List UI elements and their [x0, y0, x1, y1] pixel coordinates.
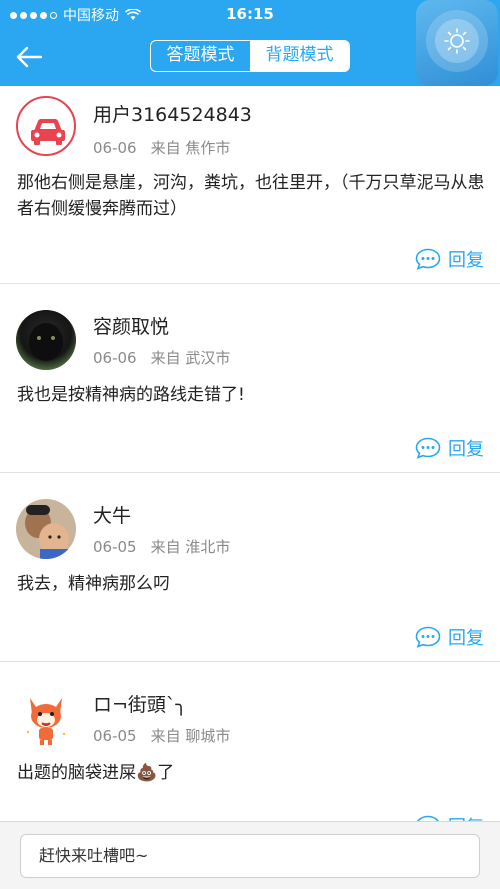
comment-meta: 06-05 来自 聊城市 — [93, 725, 230, 746]
avatar[interactable] — [16, 499, 76, 559]
reply-button[interactable]: 回复 — [415, 435, 484, 461]
comment-input[interactable]: 赶快来吐槽吧~ — [20, 834, 480, 878]
comment-date: 06-06 — [93, 349, 137, 367]
comment-location: 来自 武汉市 — [150, 349, 231, 367]
username[interactable]: 容颜取悦 — [93, 312, 169, 339]
comment-location: 来自 焦作市 — [150, 139, 231, 157]
panther-photo — [16, 310, 76, 370]
mode-segmented-control: 答题模式 背题模式 — [150, 40, 350, 72]
chat-bubble-icon — [415, 437, 441, 459]
reply-button[interactable]: 回复 — [415, 246, 484, 272]
comment-date: 06-05 — [93, 538, 137, 556]
avatar[interactable] — [16, 96, 76, 156]
comment-meta: 06-05 来自 淮北市 — [93, 536, 230, 557]
reply-label: 回复 — [448, 439, 484, 460]
reply-label: 回复 — [448, 250, 484, 271]
assistive-touch-button[interactable] — [416, 0, 498, 86]
avatar[interactable] — [16, 310, 76, 370]
comment-location: 来自 淮北市 — [150, 538, 231, 556]
avatar[interactable] — [16, 688, 76, 748]
tab-memorize-mode[interactable]: 背题模式 — [250, 41, 349, 71]
comment-text: 出题的脑袋进屎💩了 — [17, 763, 175, 783]
comment-list: 用户3164524843 06-06 来自 焦作市 那他右侧是悬崖，河沟，粪坑，也… — [0, 86, 500, 838]
comment-item: 大牛 06-05 来自 淮北市 我去，精神病那么叼 回复 — [0, 473, 500, 662]
comment-meta: 06-06 来自 武汉市 — [93, 347, 230, 368]
comment-item: 容颜取悦 06-06 来自 武汉市 我也是按精神病的路线走错了! 回复 — [0, 284, 500, 473]
back-arrow-icon[interactable] — [14, 42, 44, 72]
child-photo — [16, 499, 76, 559]
comment-meta: 06-06 来自 焦作市 — [93, 137, 230, 158]
username[interactable]: 大牛 — [93, 501, 131, 528]
comment-item: 用户3164524843 06-06 来自 焦作市 那他右侧是悬崖，河沟，粪坑，也… — [0, 86, 500, 284]
username[interactable]: ロ¬街頭`╮ — [93, 690, 187, 717]
sun-icon — [444, 28, 470, 54]
comment-date: 06-06 — [93, 139, 137, 157]
car-icon — [31, 119, 65, 145]
comment-date: 06-05 — [93, 727, 137, 745]
comment-text: 我也是按精神病的路线走错了! — [17, 385, 245, 405]
username[interactable]: 用户3164524843 — [93, 100, 252, 127]
chat-bubble-icon — [415, 248, 441, 270]
comment-item: ロ¬街頭`╮ 06-05来自 聊城市 出题的脑袋进屎💩了 回复 — [0, 662, 500, 838]
comment-text: 我去，精神病那么叼 — [17, 574, 170, 594]
comment-text: 那他右侧是悬崖，河沟，粪坑，也往里开，（千万只草泥马从患者右侧缓慢奔腾而过） — [17, 173, 485, 219]
fox-cartoon — [16, 688, 76, 748]
reply-button[interactable]: 回复 — [415, 624, 484, 650]
reply-label: 回复 — [448, 628, 484, 649]
tab-answer-mode[interactable]: 答题模式 — [151, 41, 250, 71]
chat-bubble-icon — [415, 626, 441, 648]
comment-input-bar: 赶快来吐槽吧~ — [0, 821, 500, 889]
comment-location: 来自 聊城市 — [150, 727, 231, 745]
